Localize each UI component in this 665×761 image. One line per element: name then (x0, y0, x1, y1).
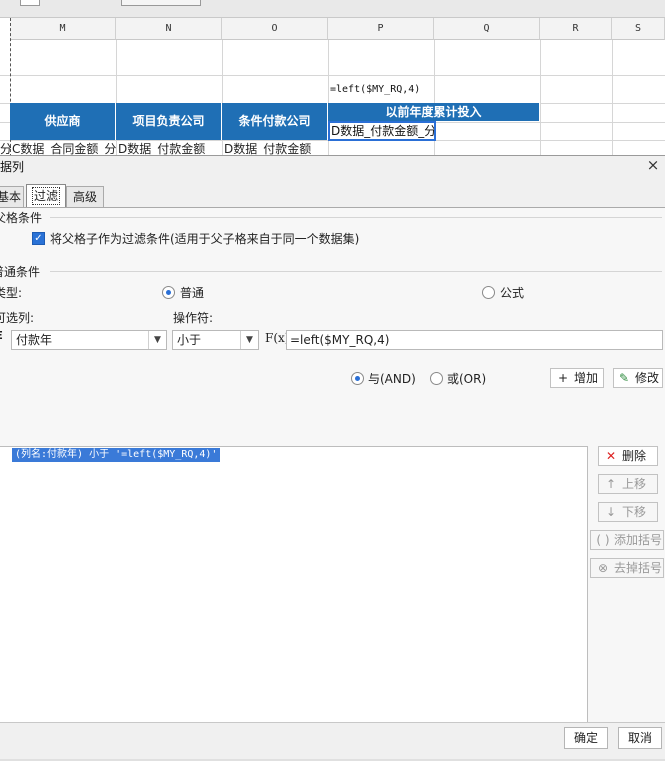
condition-list[interactable]: (列名:付款年) 小于 '=left($MY_RQ,4)' (0, 446, 588, 761)
column-header-m[interactable]: M (10, 18, 116, 40)
arrow-down-icon: ↓ (605, 505, 617, 519)
close-icon[interactable]: × (645, 156, 661, 174)
column-select[interactable]: 付款年 ▼ (11, 330, 167, 350)
type-label: 类型: (0, 286, 23, 300)
filter-dialog: 据列 × 基本 过滤 高级 父格条件 ✓ 将父格子作为过滤条件(适用于父子格来自… (0, 155, 665, 761)
column-header-s[interactable]: S (612, 18, 665, 40)
selected-cell[interactable]: D数据_付款金额_分 (328, 121, 436, 141)
operator-select[interactable]: 小于 ▼ (172, 330, 259, 350)
chevron-down-icon: ▼ (148, 331, 166, 349)
and-label: 与(AND) (368, 372, 416, 386)
type-option-normal: 普通 (180, 286, 205, 300)
move-down-button[interactable]: ↓ 下移 (598, 502, 658, 522)
column-select-value: 付款年 (16, 333, 53, 347)
modify-button-label: 修改 (635, 371, 660, 385)
cancel-button[interactable]: 取消 (618, 727, 662, 749)
remove-bracket-label: 去掉括号 (614, 561, 663, 575)
type-radio-formula[interactable] (482, 286, 495, 299)
header-cell-prior-years[interactable]: 以前年度累计投入 (328, 103, 540, 121)
column-header-q[interactable]: Q (434, 18, 540, 40)
move-down-label: 下移 (622, 505, 647, 519)
dialog-footer: 确定 取消 (0, 722, 665, 761)
bracket-add-icon: ( ) (596, 533, 610, 547)
tab-basic[interactable]: 基本 (0, 186, 24, 208)
condition-value-input[interactable]: =left($MY_RQ,4) (286, 330, 663, 350)
toolbar-strip (0, 0, 665, 18)
and-radio[interactable] (351, 372, 364, 385)
section-divider (50, 217, 662, 218)
or-label: 或(OR) (447, 372, 487, 386)
delete-icon: ✕ (605, 449, 617, 463)
formula-cell[interactable]: =left($MY_RQ,4) (328, 76, 434, 103)
add-button[interactable]: + 增加 (550, 368, 604, 388)
tab-label: 基本 (0, 190, 21, 204)
section-divider (50, 271, 662, 272)
modify-button[interactable]: ✎ 修改 (613, 368, 663, 388)
tab-filter[interactable]: 过滤 (26, 184, 66, 207)
add-button-label: 增加 (574, 371, 599, 385)
column-type-icon: Ξ (0, 329, 3, 342)
delete-button[interactable]: ✕ 删除 (598, 446, 658, 466)
tab-label: 高级 (72, 190, 97, 204)
move-up-label: 上移 (622, 477, 647, 491)
bracket-remove-icon: ⊗ (597, 561, 609, 575)
tab-label: 过滤 (31, 187, 61, 205)
column-header-r[interactable]: R (540, 18, 612, 40)
header-cell-condition-payment[interactable]: 条件付款公司 (222, 103, 328, 140)
ok-button[interactable]: 确定 (564, 727, 608, 749)
toolbar-button[interactable] (121, 0, 201, 6)
column-header-n[interactable]: N (116, 18, 222, 40)
type-radio-normal[interactable] (162, 286, 175, 299)
spreadsheet-area: M N O P Q R S =left($MY_RQ,4) 供应商 项目负责公司… (0, 0, 665, 157)
chevron-down-icon: ▼ (240, 331, 258, 349)
column-header-o[interactable]: O (222, 18, 328, 40)
dialog-title: 据列 (0, 160, 25, 174)
toolbar-button[interactable] (20, 0, 40, 6)
column-label: 可选列: (0, 311, 35, 325)
add-bracket-button[interactable]: ( ) 添加括号 (590, 530, 664, 550)
header-cell-project-company[interactable]: 项目负责公司 (116, 103, 222, 140)
column-header-p[interactable]: P (328, 18, 434, 40)
parent-filter-checkbox[interactable]: ✓ (32, 232, 45, 245)
section-title-parent: 父格条件 (0, 211, 43, 225)
list-item[interactable]: (列名:付款年) 小于 '=left($MY_RQ,4)' (12, 448, 221, 462)
or-radio[interactable] (430, 372, 443, 385)
filter-panel: 父格条件 ✓ 将父格子作为过滤条件(适用于父子格来自于同一个数据集) 普通条件 … (0, 207, 665, 761)
plus-icon: + (557, 371, 569, 385)
tab-advanced[interactable]: 高级 (66, 186, 104, 208)
remove-bracket-button[interactable]: ⊗ 去掉括号 (590, 558, 664, 578)
arrow-up-icon: ↑ (605, 477, 617, 491)
type-option-formula: 公式 (500, 286, 525, 300)
section-title-general: 普通条件 (0, 265, 41, 279)
header-cell-supplier[interactable]: 供应商 (10, 103, 116, 140)
parent-filter-label: 将父格子作为过滤条件(适用于父子格来自于同一个数据集) (50, 232, 360, 246)
add-bracket-label: 添加括号 (614, 533, 663, 547)
delete-button-label: 删除 (622, 449, 647, 463)
move-up-button[interactable]: ↑ 上移 (598, 474, 658, 494)
edit-icon: ✎ (618, 371, 630, 385)
operator-label: 操作符: (173, 311, 214, 325)
operator-select-value: 小于 (177, 333, 202, 347)
